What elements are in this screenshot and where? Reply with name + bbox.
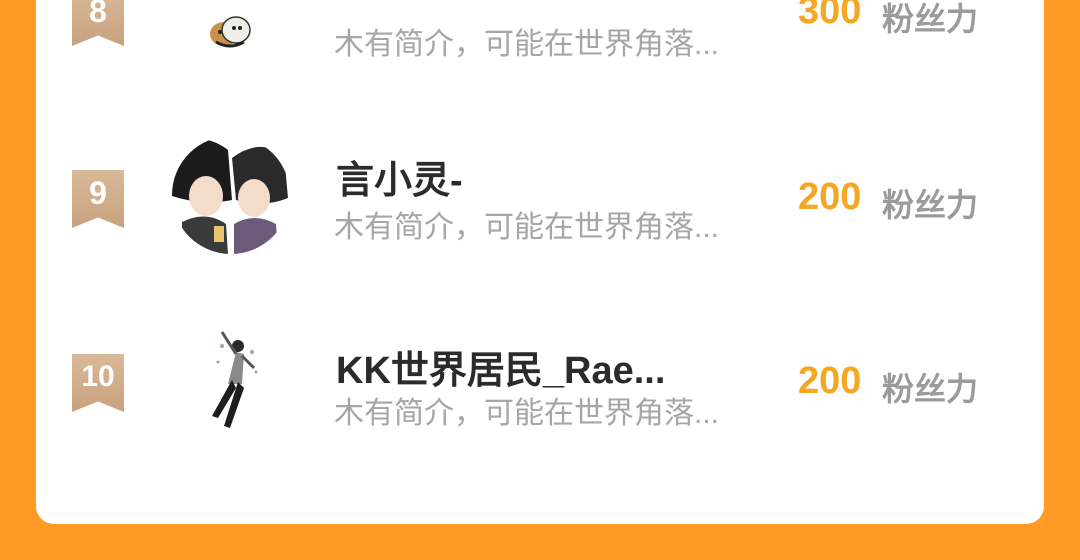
user-name[interactable]: KK世界居民_Rae... [336, 339, 665, 394]
fan-score: 200 [798, 360, 862, 402]
ranking-row[interactable]: 8 7676657 木有简介，可能在世界角落... 300 粉丝力 [36, 0, 1044, 108]
avatar-image [172, 136, 290, 254]
fan-score-unit: 粉丝力 [882, 371, 979, 407]
rank-badge: 8 [72, 0, 124, 46]
user-name[interactable]: 言小灵- [336, 149, 463, 204]
avatar[interactable] [172, 322, 290, 446]
user-bio: 木有简介，可能在世界角落... [334, 397, 720, 430]
rank-badge: 10 [72, 354, 124, 412]
rank-badge: 9 [72, 170, 124, 228]
avatar[interactable] [172, 136, 290, 254]
fan-score-unit: 粉丝力 [882, 1, 979, 37]
avatar-image [172, 322, 290, 446]
user-bio: 木有简介，可能在世界角落... [334, 28, 720, 61]
fan-score-unit: 粉丝力 [882, 187, 979, 223]
ranking-row[interactable]: 9 言小灵- 木有简介，可能在世界角落... 200 粉丝力 [36, 136, 1044, 302]
avatar[interactable] [172, 0, 290, 76]
avatar-image [210, 16, 251, 48]
ranking-row[interactable]: 10 KK世界居民_Rae... 木有简介，可能在世界角落... 200 粉丝力 [36, 322, 1044, 490]
user-name[interactable]: 7676657 [336, 0, 484, 1]
ranking-card: 8 7676657 木有简介，可能在世界角落... 300 粉丝力 9 [36, 0, 1044, 524]
fan-score: 200 [798, 176, 862, 218]
user-bio: 木有简介，可能在世界角落... [334, 211, 720, 244]
fan-score: 300 [798, 0, 862, 32]
